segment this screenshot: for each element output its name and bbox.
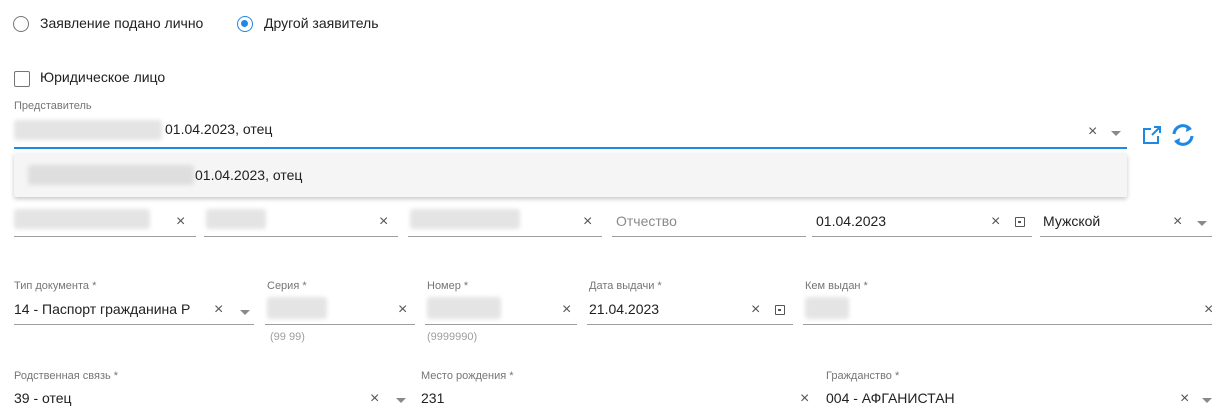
firstname-redacted — [410, 209, 520, 229]
radio-personal[interactable] — [13, 16, 29, 32]
birth-date-clear-icon[interactable]: × — [991, 214, 1000, 230]
lastname-redacted — [206, 209, 266, 229]
citizenship-dropdown-icon[interactable] — [1202, 398, 1212, 403]
citizenship-select[interactable]: 004 - АФГАНИСТАН — [826, 390, 955, 406]
representative-input[interactable]: 01.04.2023, отец — [165, 121, 272, 137]
issue-date-clear-icon[interactable]: × — [751, 302, 760, 318]
relation-clear-icon[interactable]: × — [370, 391, 379, 407]
representative-underline — [14, 147, 1127, 149]
open-external-icon[interactable] — [1141, 124, 1163, 146]
relation-dropdown-icon[interactable] — [396, 398, 406, 403]
number-underline — [425, 324, 577, 325]
birth-date-calendar-icon[interactable] — [1015, 217, 1025, 227]
refresh-icon[interactable] — [1169, 121, 1197, 149]
issue-date-calendar-icon[interactable] — [775, 305, 785, 315]
snils-clear-icon[interactable]: × — [176, 214, 185, 230]
issue-date-input[interactable]: 21.04.2023 — [589, 301, 659, 317]
series-redacted — [267, 297, 327, 319]
birthplace-label: Место рождения * — [421, 370, 514, 382]
firstname-underline — [408, 236, 602, 237]
doc-type-clear-icon[interactable]: × — [214, 302, 223, 318]
series-hint: (99 99) — [270, 331, 305, 343]
radio-other-applicant-label[interactable]: Другой заявитель — [264, 15, 379, 31]
series-underline — [265, 324, 415, 325]
series-clear-icon[interactable]: × — [398, 302, 407, 318]
issued-by-redacted — [805, 297, 849, 319]
series-label: Серия * — [267, 280, 307, 292]
firstname-clear-icon[interactable]: × — [583, 214, 592, 230]
birth-date-input[interactable]: 01.04.2023 — [816, 213, 886, 229]
issue-date-label: Дата выдачи * — [589, 280, 662, 292]
number-clear-icon[interactable]: × — [562, 302, 571, 318]
lastname-clear-icon[interactable]: × — [379, 214, 388, 230]
representative-dropdown-icon[interactable] — [1111, 131, 1121, 136]
doc-type-dropdown-icon[interactable] — [240, 310, 250, 315]
legal-entity-checkbox[interactable] — [14, 71, 30, 87]
birthplace-clear-icon[interactable]: × — [800, 391, 809, 407]
gender-underline — [1040, 236, 1212, 237]
representative-dropdown: 01.04.2023, отец — [14, 153, 1127, 197]
issued-by-label: Кем выдан * — [805, 280, 868, 292]
number-label: Номер * — [427, 280, 469, 292]
issued-by-clear-icon[interactable]: × — [1204, 302, 1212, 318]
number-redacted — [427, 297, 501, 319]
relation-label: Родственная связь * — [14, 370, 119, 382]
representative-label: Представитель — [14, 100, 92, 112]
doc-type-underline — [14, 324, 254, 325]
snils-redacted — [14, 209, 150, 229]
birth-date-underline — [812, 236, 1032, 237]
lastname-underline — [204, 236, 398, 237]
patronymic-underline — [612, 236, 806, 237]
gender-clear-icon[interactable]: × — [1173, 214, 1182, 230]
issued-by-underline — [803, 324, 1212, 325]
citizenship-clear-icon[interactable]: × — [1180, 391, 1189, 407]
number-hint: (9999990) — [427, 331, 478, 343]
birthplace-input[interactable]: 231 — [421, 390, 444, 406]
gender-select[interactable]: Мужской — [1043, 213, 1100, 229]
representative-clear-icon[interactable]: × — [1088, 124, 1097, 140]
snils-underline — [14, 236, 196, 237]
citizenship-label: Гражданство * — [826, 370, 900, 382]
issue-date-underline — [587, 324, 793, 325]
legal-entity-label[interactable]: Юридическое лицо — [40, 69, 165, 85]
dropdown-item-name-redacted — [28, 165, 194, 185]
doc-type-label: Тип документа * — [14, 280, 97, 292]
patronymic-input[interactable]: Отчество — [616, 213, 677, 229]
gender-dropdown-icon[interactable] — [1197, 221, 1207, 226]
dropdown-item[interactable]: 01.04.2023, отец — [195, 167, 302, 183]
radio-personal-label[interactable]: Заявление подано лично — [40, 15, 203, 31]
representative-name-redacted — [14, 120, 162, 140]
relation-select[interactable]: 39 - отец — [14, 390, 72, 406]
radio-other-applicant[interactable] — [237, 16, 253, 32]
doc-type-select[interactable]: 14 - Паспорт гражданина Р — [14, 301, 190, 317]
